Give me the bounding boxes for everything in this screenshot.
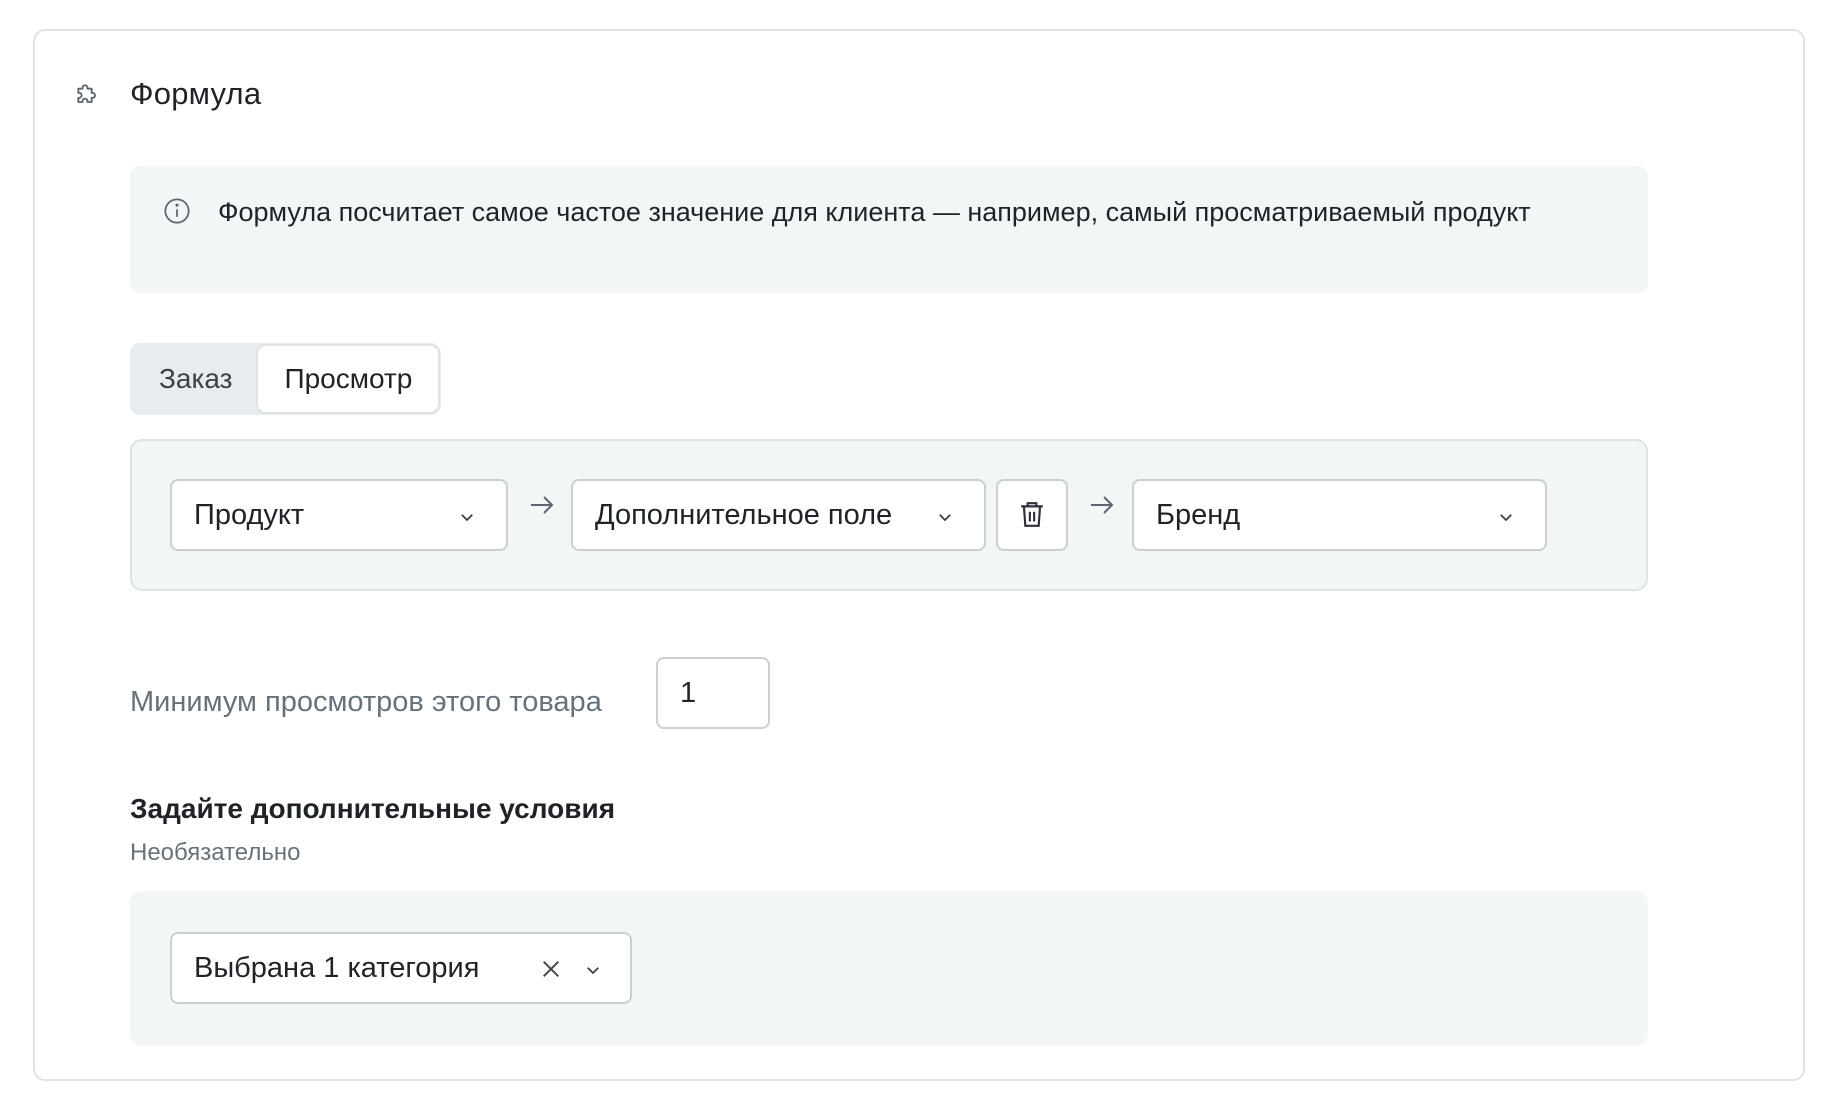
arrow-right-icon: [1091, 496, 1114, 514]
extra-field-select-value: Дополнительное поле: [595, 498, 893, 531]
min-views-input[interactable]: 1: [656, 657, 770, 729]
category-select-value: Выбрана 1 категория: [194, 951, 480, 984]
puzzle-icon: [77, 84, 96, 103]
chevron-down-icon: [587, 967, 599, 975]
formula-card: Формула Формула посчитает самое частое з…: [33, 29, 1805, 1081]
info-banner: Формула посчитает самое частое значение …: [130, 166, 1648, 293]
product-select[interactable]: Продукт: [170, 479, 508, 551]
info-text: Формула посчитает самое частое значение …: [218, 197, 1531, 227]
conditions-panel: Выбрана 1 категория: [130, 891, 1648, 1046]
page-title: Формула: [130, 76, 262, 111]
close-icon[interactable]: [540, 958, 562, 980]
brand-select[interactable]: Бренд: [1132, 479, 1547, 551]
delete-field-button[interactable]: [996, 479, 1068, 551]
card-header: Формула: [73, 69, 261, 119]
arrow-right-icon: [531, 496, 554, 514]
conditions-title: Задайте дополнительные условия: [130, 793, 616, 824]
tab-view[interactable]: Просмотр: [258, 346, 439, 412]
chevron-down-icon: [1500, 514, 1512, 522]
tab-order[interactable]: Заказ: [133, 346, 258, 412]
extra-field-select[interactable]: Дополнительное поле: [571, 479, 986, 551]
trash-icon: [1021, 502, 1043, 527]
product-select-value: Продукт: [194, 498, 305, 531]
chevron-down-icon: [939, 514, 951, 522]
conditions-subtitle: Необязательно: [130, 839, 301, 866]
event-type-tabs: Заказ Просмотр: [130, 343, 442, 415]
brand-select-value: Бренд: [1156, 498, 1241, 531]
min-views-label: Минимум просмотров этого товара: [130, 686, 602, 718]
chevron-down-icon: [461, 514, 473, 522]
category-select[interactable]: Выбрана 1 категория: [170, 932, 632, 1004]
info-icon: [164, 198, 190, 224]
